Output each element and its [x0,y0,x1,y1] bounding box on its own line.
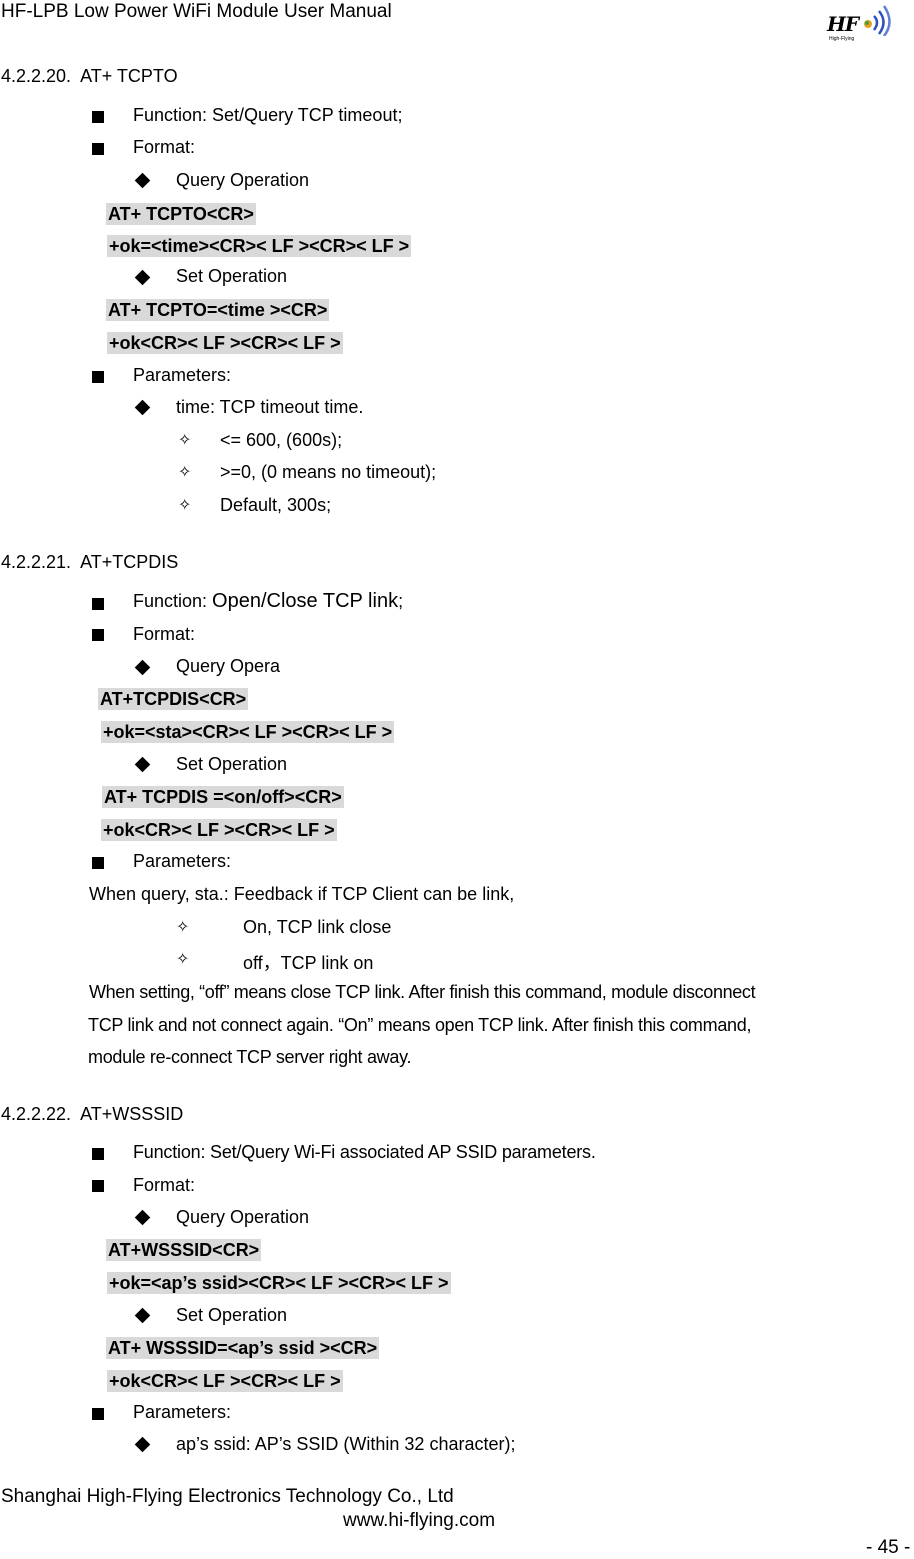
function-text: Function: Open/Close TCP link; [133,590,403,613]
section-heading: 4.2.2.22. AT+WSSSID [1,1104,183,1125]
square-bullet-icon [92,857,104,869]
set-command: AT+ TCPDIS =<on/off><CR> [102,786,344,808]
query-command: AT+TCPDIS<CR> [98,688,249,710]
diamond-bullet-icon [134,269,151,286]
set-response: +ok<CR>< LF ><CR>< LF > [107,332,343,354]
set-note-line: TCP link and not connect again. “On” mea… [88,1015,752,1035]
diamond-bullet-icon [134,659,151,676]
param-item: <= 600, (600s); [220,430,343,450]
logo-text: HF [827,12,859,36]
section-title: AT+TCPDIS [80,552,179,572]
section-number: 4.2.2.20. [1,66,72,86]
query-response: +ok=<sta><CR>< LF ><CR>< LF > [101,721,395,743]
set-operation-label: Set Operation [176,1305,288,1325]
section-title: AT+ TCPTO [80,66,178,86]
diamond-bullet-icon [134,756,151,773]
function-prefix: Function: [133,591,213,611]
square-bullet-icon [92,598,104,610]
query-operation-label: Query Operation [176,170,310,190]
query-operation-label: Query Operation [176,1207,310,1227]
section-number: 4.2.2.22. [1,1104,72,1124]
diamond-bullet-icon [134,1307,151,1324]
hf-logo-icon: HF High-Flying [822,0,894,44]
square-bullet-icon [92,629,104,641]
query-response: +ok=<ap’s ssid><CR>< LF ><CR>< LF > [107,1272,451,1294]
parameters-label: Parameters: [133,851,232,871]
square-bullet-icon [92,1148,104,1160]
query-note: When query, sta.: Feedback if TCP Client… [89,884,515,904]
star-bullet-icon: ✧ [178,432,192,449]
star-bullet-icon: ✧ [178,497,192,514]
logo-subtext: High-Flying [829,36,855,42]
set-operation-label: Set Operation [176,754,288,774]
footer-company: Shanghai High-Flying Electronics Technol… [1,1486,454,1507]
square-bullet-icon [92,111,104,123]
square-bullet-icon [92,1408,104,1420]
param-item: off，TCP link on [243,953,374,973]
function-text: Function: Set/Query Wi-Fi associated AP … [133,1142,596,1162]
param-item: >=0, (0 means no timeout); [220,462,437,482]
query-command: AT+ TCPTO<CR> [106,203,256,225]
param-item: Default, 300s; [220,495,332,515]
function-main: Open/Close TCP link [212,590,399,612]
function-text: Function: Set/Query TCP timeout; [133,105,403,125]
param-ssid: ap’s ssid: AP’s SSID (Within 32 characte… [176,1434,516,1454]
diamond-bullet-icon [134,399,151,416]
format-label: Format: [133,137,196,157]
wifi-signal-icon [864,5,891,36]
star-bullet-icon: ✧ [178,464,192,481]
set-note-line: module re-connect TCP server right away. [88,1047,412,1067]
section-number: 4.2.2.21. [1,552,72,572]
star-bullet-icon: ✧ [176,919,190,936]
diamond-bullet-icon [134,1209,151,1226]
footer-website[interactable]: www.hi-flying.com [343,1510,495,1532]
query-response: +ok=<time><CR>< LF ><CR>< LF > [107,235,412,257]
format-label: Format: [133,624,196,644]
set-response: +ok<CR>< LF ><CR>< LF > [107,1370,343,1392]
section-title: AT+WSSSID [80,1104,184,1124]
section-heading: 4.2.2.20. AT+ TCPTO [1,66,178,87]
set-response: +ok<CR>< LF ><CR>< LF > [101,819,337,841]
parameters-label: Parameters: [133,365,232,385]
diamond-bullet-icon [134,1436,151,1453]
function-suffix: ; [398,591,404,611]
set-command: AT+ TCPTO=<time ><CR> [106,299,330,321]
diamond-bullet-icon [134,172,151,189]
format-label: Format: [133,1175,196,1195]
square-bullet-icon [92,143,104,155]
param-time: time: TCP timeout time. [176,397,364,417]
square-bullet-icon [92,371,104,383]
set-note-line: When setting, “off” means close TCP link… [89,982,756,1002]
header-title: HF-LPB Low Power WiFi Module User Manual [1,1,392,22]
parameters-label: Parameters: [133,1402,232,1422]
query-operation-label: Query Opera [176,656,281,676]
star-bullet-icon: ✧ [176,951,190,968]
section-heading: 4.2.2.21. AT+TCPDIS [1,552,178,573]
query-command: AT+WSSSID<CR> [106,1239,262,1261]
square-bullet-icon [92,1180,104,1192]
param-item: On, TCP link close [243,917,392,937]
set-operation-label: Set Operation [176,266,288,286]
set-command: AT+ WSSSID=<ap’s ssid ><CR> [106,1337,380,1359]
